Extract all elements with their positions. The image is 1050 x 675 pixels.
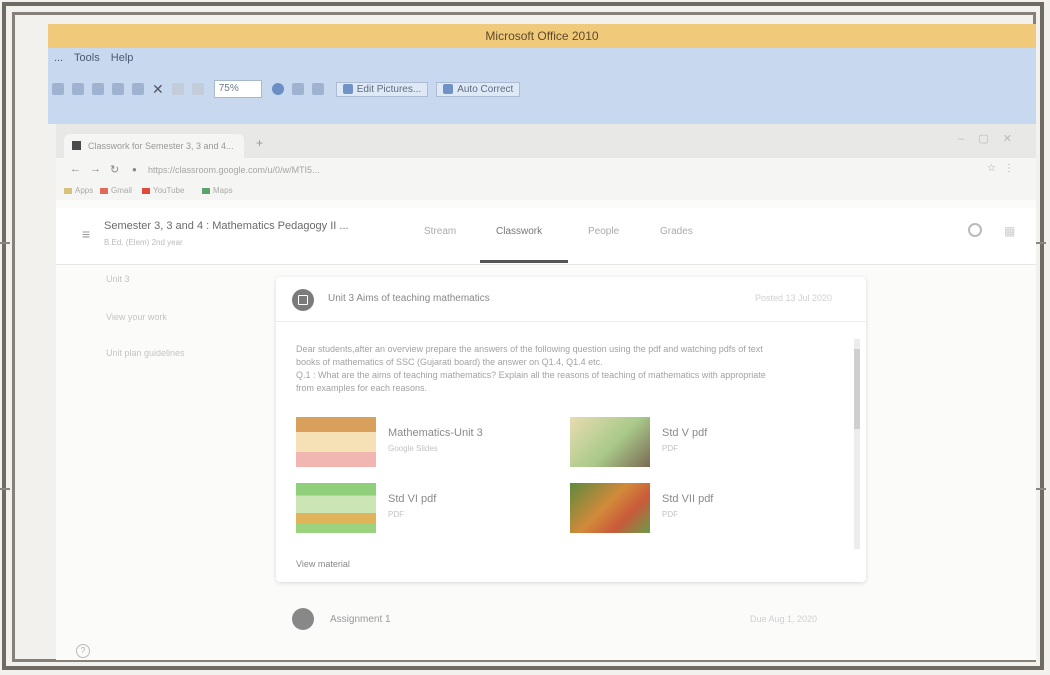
course-title: Semester 3, 3 and 4 : Mathematics Pedago… bbox=[104, 220, 349, 232]
slides-thumbnail bbox=[296, 417, 376, 467]
delete-icon[interactable]: ✕ bbox=[152, 81, 164, 98]
layout-icon[interactable] bbox=[291, 83, 304, 95]
picture-icon bbox=[342, 84, 353, 94]
attachment-type: PDF bbox=[662, 444, 678, 453]
reload-icon[interactable]: ↻ bbox=[110, 163, 119, 176]
frame-notch bbox=[0, 488, 10, 490]
office-menu: ... Tools Help bbox=[54, 52, 141, 64]
tab-classwork[interactable]: Classwork bbox=[496, 226, 542, 237]
address-bar: ← → ↻ ● https://classroom.google.com/u/0… bbox=[56, 158, 1036, 182]
attachment-std-vi-pdf[interactable]: Std VI pdf PDF bbox=[296, 483, 556, 543]
zoom-select[interactable]: 75% bbox=[213, 80, 262, 98]
attachment-name: Std VI pdf bbox=[388, 493, 437, 505]
window-controls-icon[interactable]: –▢✕ bbox=[958, 132, 1026, 145]
assignment-due-date: Due Aug 1, 2020 bbox=[750, 614, 818, 624]
office-title-bar: Microsoft Office 2010 bbox=[48, 24, 1036, 48]
cut-icon[interactable] bbox=[92, 83, 104, 95]
frame-notch bbox=[0, 242, 10, 244]
menu-item-help[interactable]: Help bbox=[111, 52, 134, 64]
help-icon[interactable] bbox=[271, 83, 284, 95]
attachment-type: PDF bbox=[662, 510, 678, 519]
description-line: books of mathematics of SSC (Gujarati bo… bbox=[296, 357, 603, 367]
material-description: Dear students,after an overview prepare … bbox=[296, 343, 826, 395]
bookmark-apps[interactable]: Apps bbox=[64, 182, 93, 200]
course-subtitle: B.Ed. (Elem) 2nd year bbox=[104, 238, 183, 247]
menu-item-file[interactable]: ... bbox=[54, 52, 63, 64]
tab-strip: Classwork for Semester 3, 3 and 4... + –… bbox=[56, 124, 1036, 158]
edit-pictures-button[interactable]: Edit Pictures... bbox=[335, 81, 429, 97]
active-tab-indicator bbox=[480, 260, 568, 263]
frame-notch bbox=[1036, 242, 1046, 244]
help-icon[interactable]: ? bbox=[76, 644, 90, 658]
auto-correct-button[interactable]: Auto Correct bbox=[436, 81, 521, 97]
attachment-type: Google Slides bbox=[388, 444, 438, 453]
attachment-type: PDF bbox=[388, 510, 404, 519]
print-icon[interactable] bbox=[72, 83, 84, 95]
tab-people[interactable]: People bbox=[588, 226, 619, 237]
assignment-title[interactable]: Assignment 1 bbox=[330, 614, 391, 625]
posted-date: Posted 13 Jul 2020 bbox=[754, 293, 832, 303]
office-ribbon: ... Tools Help ✕ 75% Edit Pictures... Au… bbox=[48, 48, 1036, 124]
topic-item[interactable]: Unit plan guidelines bbox=[106, 348, 185, 358]
copy-icon[interactable] bbox=[112, 83, 124, 95]
assignment-icon bbox=[292, 608, 314, 630]
browser-window: Classwork for Semester 3, 3 and 4... + –… bbox=[56, 124, 1036, 660]
back-icon[interactable]: ← bbox=[70, 163, 81, 175]
attachment-name: Std VII pdf bbox=[662, 493, 714, 505]
bookmark-gmail[interactable]: Gmail bbox=[100, 182, 132, 200]
attachment-mathematics-unit-3[interactable]: Mathematics-Unit 3 Google Slides bbox=[296, 417, 556, 477]
url-input[interactable]: https://classroom.google.com/u/0/w/MTI5.… bbox=[148, 162, 320, 178]
auto-correct-label: Auto Correct bbox=[457, 83, 514, 95]
classroom-favicon-icon bbox=[72, 141, 81, 150]
material-title: Unit 3 Aims of teaching mathematics bbox=[328, 293, 490, 304]
description-line: from examples for each reasons. bbox=[296, 383, 428, 393]
attachment-name: Std V pdf bbox=[662, 427, 708, 439]
material-icon bbox=[292, 289, 314, 311]
scrollbar-thumb[interactable] bbox=[854, 349, 860, 429]
pdf-thumbnail bbox=[296, 483, 376, 533]
attachment-std-vii-pdf[interactable]: Std VII pdf PDF bbox=[570, 483, 830, 543]
bookmarks-bar: Apps Gmail YouTube Maps bbox=[56, 182, 1036, 200]
card-header[interactable]: Unit 3 Aims of teaching mathematics Post… bbox=[276, 277, 866, 322]
menu-item-tools[interactable]: Tools bbox=[74, 52, 100, 64]
bookmark-maps[interactable]: Maps bbox=[202, 182, 233, 200]
edit-pictures-label: Edit Pictures... bbox=[356, 83, 422, 95]
attachment-std-v-pdf[interactable]: Std V pdf PDF bbox=[570, 417, 830, 477]
pdf-thumbnail bbox=[570, 483, 650, 533]
browser-tab[interactable]: Classwork for Semester 3, 3 and 4... bbox=[64, 134, 244, 158]
view-material-link[interactable]: View material bbox=[296, 559, 350, 569]
layout-alt-icon[interactable] bbox=[311, 83, 324, 95]
settings-icon[interactable] bbox=[968, 223, 982, 237]
menu-icon[interactable]: ≡ bbox=[82, 226, 90, 242]
topic-item[interactable]: Unit 3 bbox=[106, 274, 130, 284]
tab-title: Classwork for Semester 3, 3 and 4... bbox=[88, 141, 234, 151]
bookmark-youtube[interactable]: YouTube bbox=[142, 182, 184, 200]
pdf-thumbnail bbox=[570, 417, 650, 467]
extensions-icon[interactable]: ☆⋮ bbox=[987, 163, 1022, 174]
save-icon[interactable] bbox=[52, 83, 64, 95]
forward-icon[interactable]: → bbox=[90, 163, 101, 175]
redo-icon[interactable] bbox=[191, 83, 204, 95]
attachment-name: Mathematics-Unit 3 bbox=[388, 427, 483, 439]
tab-stream[interactable]: Stream bbox=[424, 226, 456, 237]
lock-icon: ● bbox=[132, 165, 137, 174]
material-card: Unit 3 Aims of teaching mathematics Post… bbox=[276, 277, 866, 582]
classroom-header: ≡ Semester 3, 3 and 4 : Mathematics Peda… bbox=[56, 208, 1036, 265]
paste-icon[interactable] bbox=[132, 83, 144, 95]
description-line: Dear students,after an overview prepare … bbox=[296, 344, 763, 354]
topic-item[interactable]: View your work bbox=[106, 312, 167, 322]
apps-grid-icon[interactable]: ▦ bbox=[1004, 224, 1015, 238]
scrollbar[interactable] bbox=[854, 339, 860, 549]
description-line: Q.1 : What are the aims of teaching math… bbox=[296, 370, 766, 380]
undo-icon[interactable] bbox=[171, 83, 184, 95]
office-toolbar: ✕ 75% Edit Pictures... Auto Correct bbox=[48, 78, 521, 100]
tab-grades[interactable]: Grades bbox=[660, 226, 693, 237]
auto-correct-icon bbox=[443, 84, 454, 94]
frame-notch bbox=[1036, 488, 1046, 490]
new-tab-icon[interactable]: + bbox=[256, 136, 263, 150]
